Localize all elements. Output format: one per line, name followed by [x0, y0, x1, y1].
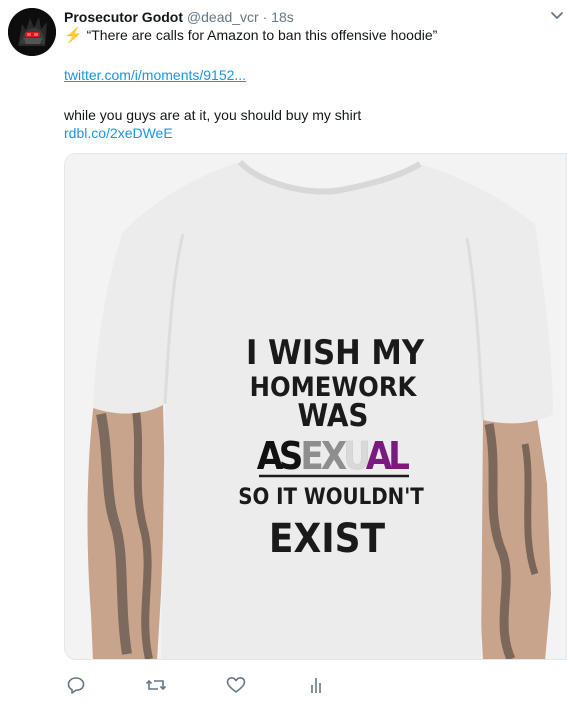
tweet-text-quote: ⚡ “There are calls for Amazon to ban thi…	[64, 26, 437, 45]
shirt-text-line1: I WISH MY	[246, 333, 425, 373]
tweet-body-text: while you guys are at it, you should buy…	[64, 107, 362, 123]
author-handle[interactable]: @dead_vcr	[187, 9, 259, 25]
avatar[interactable]	[8, 8, 56, 56]
tshirt-photo: I WISH MY HOMEWORK WAS A S E X U A L SO …	[65, 154, 566, 659]
tweet-actions	[64, 676, 364, 696]
shirt-text-line6: EXIST	[269, 516, 386, 562]
timestamp[interactable]: 18s	[271, 9, 294, 25]
shirt-text-line5: SO IT WOULDN'T	[238, 485, 424, 510]
lightning-icon: ⚡	[64, 27, 83, 44]
analytics-icon[interactable]	[306, 676, 326, 694]
avatar-image	[8, 8, 56, 56]
shirt-text-line3: WAS	[297, 398, 368, 434]
author-name[interactable]: Prosecutor Godot	[64, 9, 183, 25]
shop-link[interactable]: rdbl.co/2xeDWeE	[64, 124, 173, 142]
separator-dot: ·	[262, 9, 268, 25]
chevron-down-icon[interactable]	[550, 10, 564, 22]
tweet-header: Prosecutor Godot @dead_vcr · 18s	[64, 8, 294, 26]
letter-l: L	[388, 434, 410, 478]
quote-text: “There are calls for Amazon to ban this …	[86, 27, 438, 43]
retweet-icon[interactable]	[146, 676, 166, 694]
reply-icon[interactable]	[66, 676, 86, 694]
moment-link[interactable]: twitter.com/i/moments/9152...	[64, 66, 246, 84]
shirt-text-asexual: A S E X U A L	[257, 434, 410, 479]
tweet[interactable]: Prosecutor Godot @dead_vcr · 18s ⚡ “Ther…	[0, 0, 567, 705]
like-icon[interactable]	[226, 676, 246, 694]
tweet-media-image[interactable]: I WISH MY HOMEWORK WAS A S E X U A L SO …	[64, 153, 567, 660]
